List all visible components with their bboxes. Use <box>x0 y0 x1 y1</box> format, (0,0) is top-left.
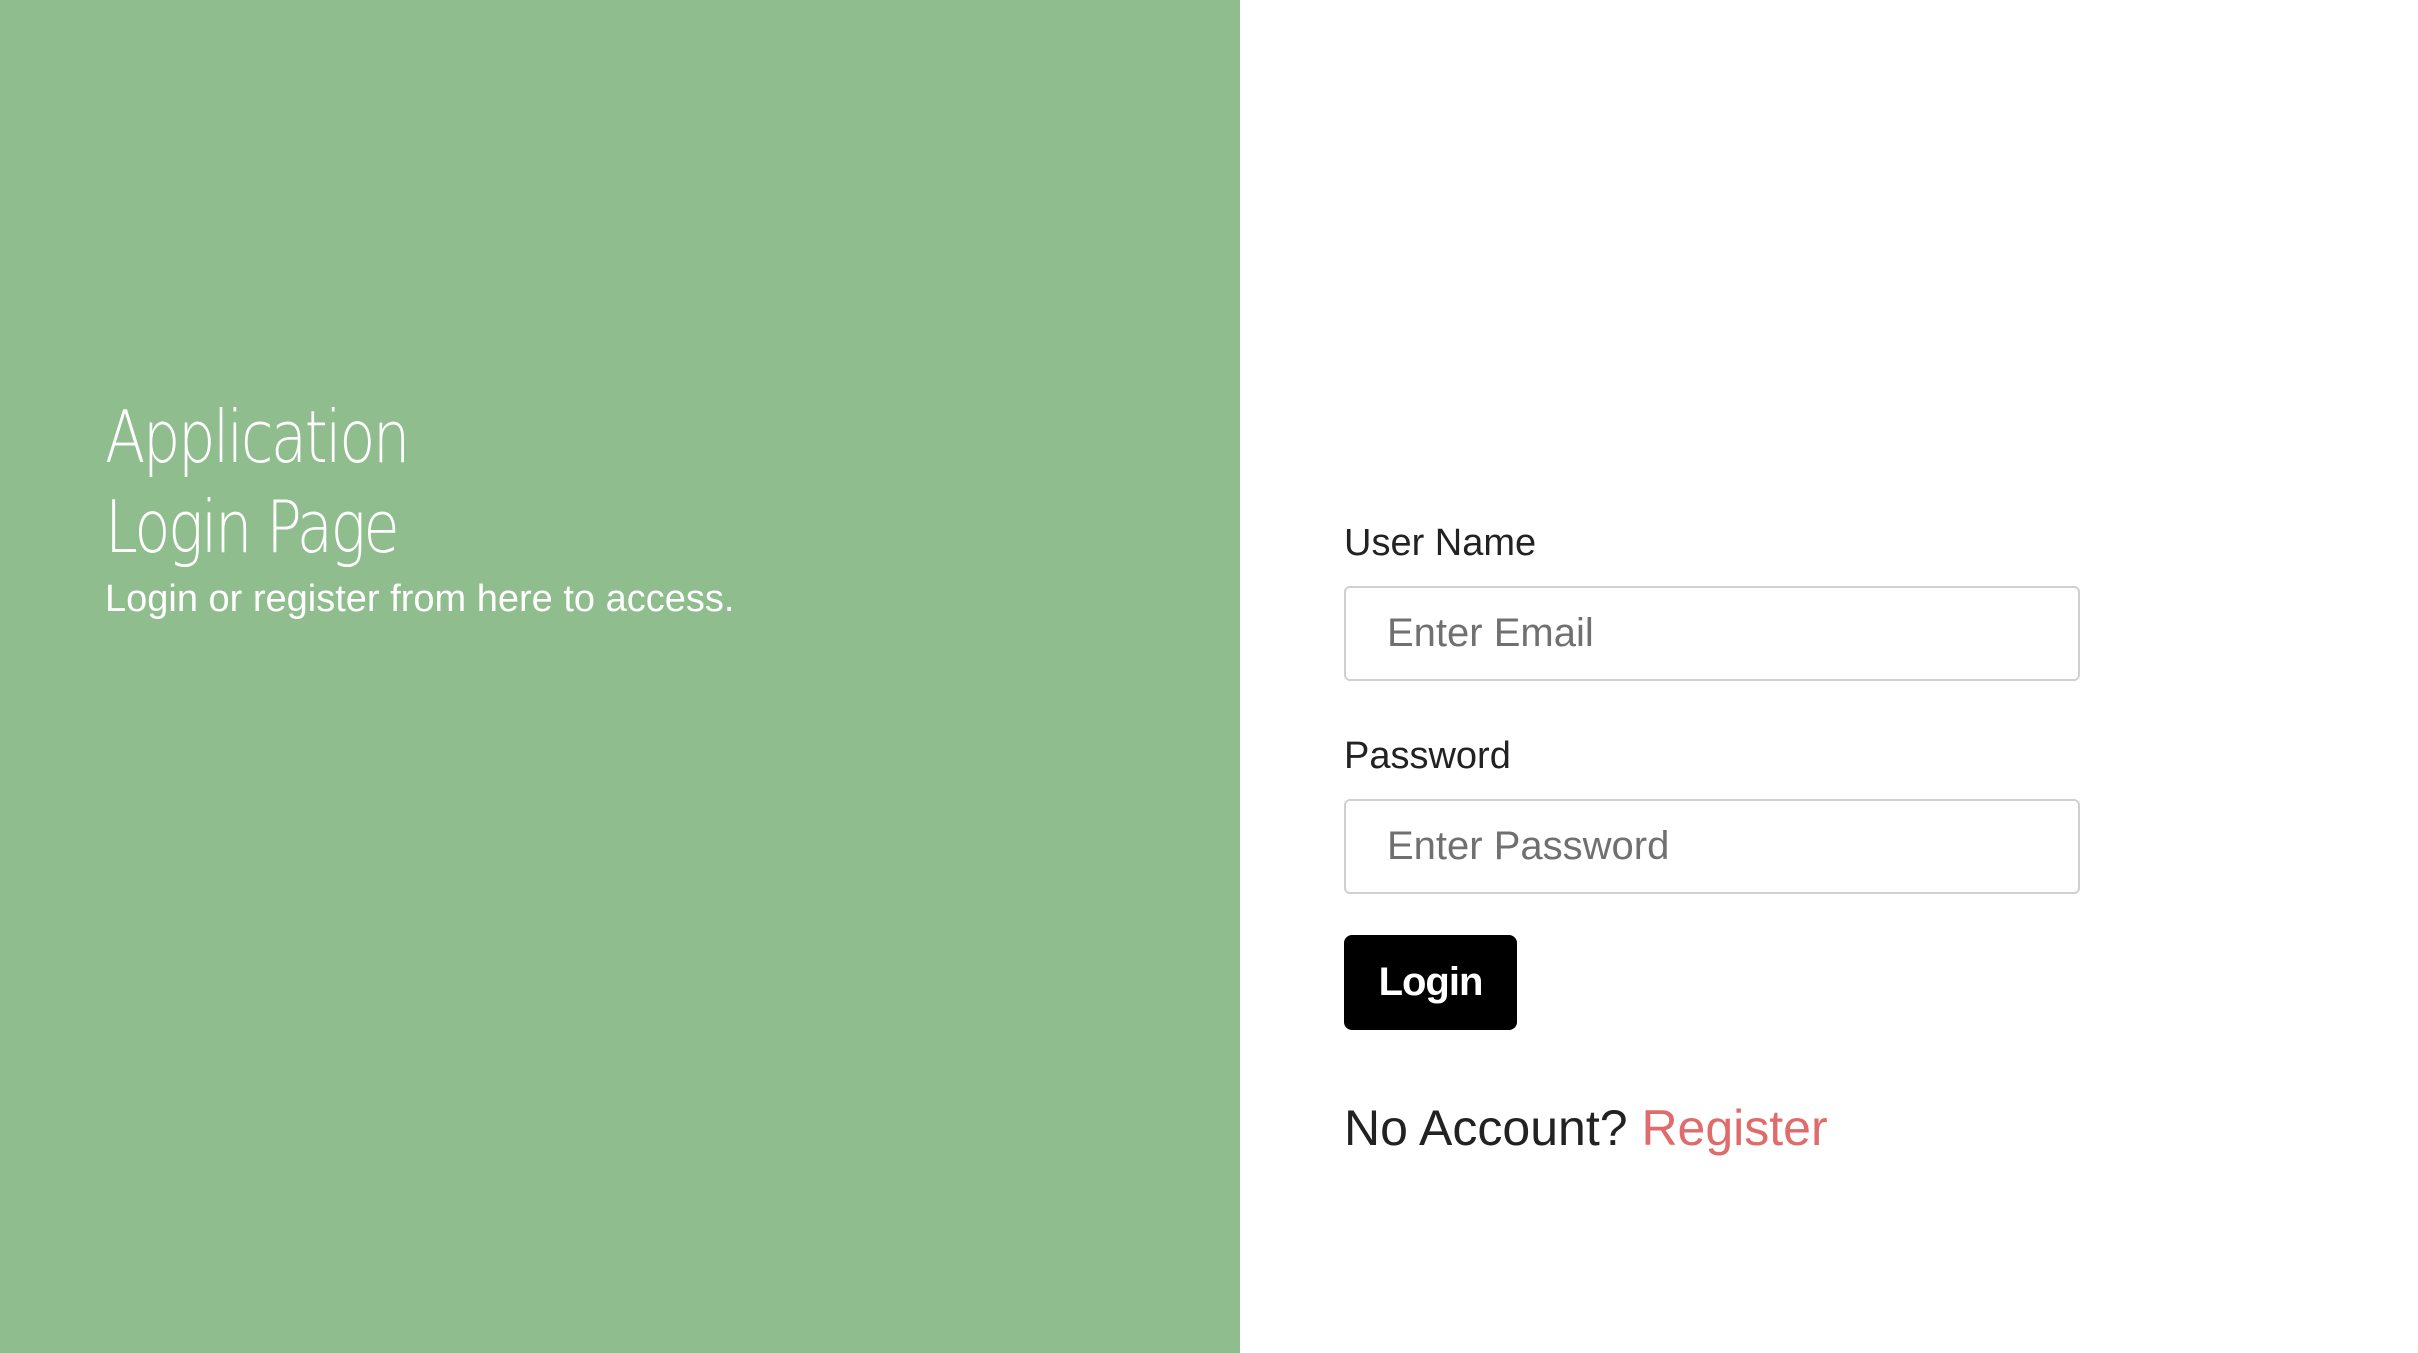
login-page: Application Login Page Login or register… <box>0 0 2418 1353</box>
page-title: Application Login Page <box>105 392 621 572</box>
password-input[interactable] <box>1344 799 2080 894</box>
brand-panel: Application Login Page Login or register… <box>0 0 1240 1353</box>
page-subtitle: Login or register from here to access. <box>105 578 735 620</box>
form-panel: User Name Password Login No Account? Reg… <box>1240 0 2418 1353</box>
username-label: User Name <box>1344 522 1537 564</box>
no-account-text: No Account? <box>1344 1100 1628 1156</box>
login-button[interactable]: Login <box>1344 935 1517 1030</box>
brand-block: Application Login Page Login or register… <box>105 392 734 622</box>
password-field-group: Password <box>1344 733 2080 894</box>
register-prompt: No Account? Register <box>1344 1098 2080 1158</box>
page-title-line-2: Login Page <box>105 485 400 569</box>
username-field-group: User Name <box>1344 520 2080 681</box>
register-link[interactable]: Register <box>1641 1100 1827 1156</box>
page-title-line-1: Application <box>105 395 410 479</box>
username-input[interactable] <box>1344 586 2080 681</box>
login-form: User Name Password Login No Account? Reg… <box>1344 520 2080 1158</box>
password-label: Password <box>1344 735 1511 777</box>
